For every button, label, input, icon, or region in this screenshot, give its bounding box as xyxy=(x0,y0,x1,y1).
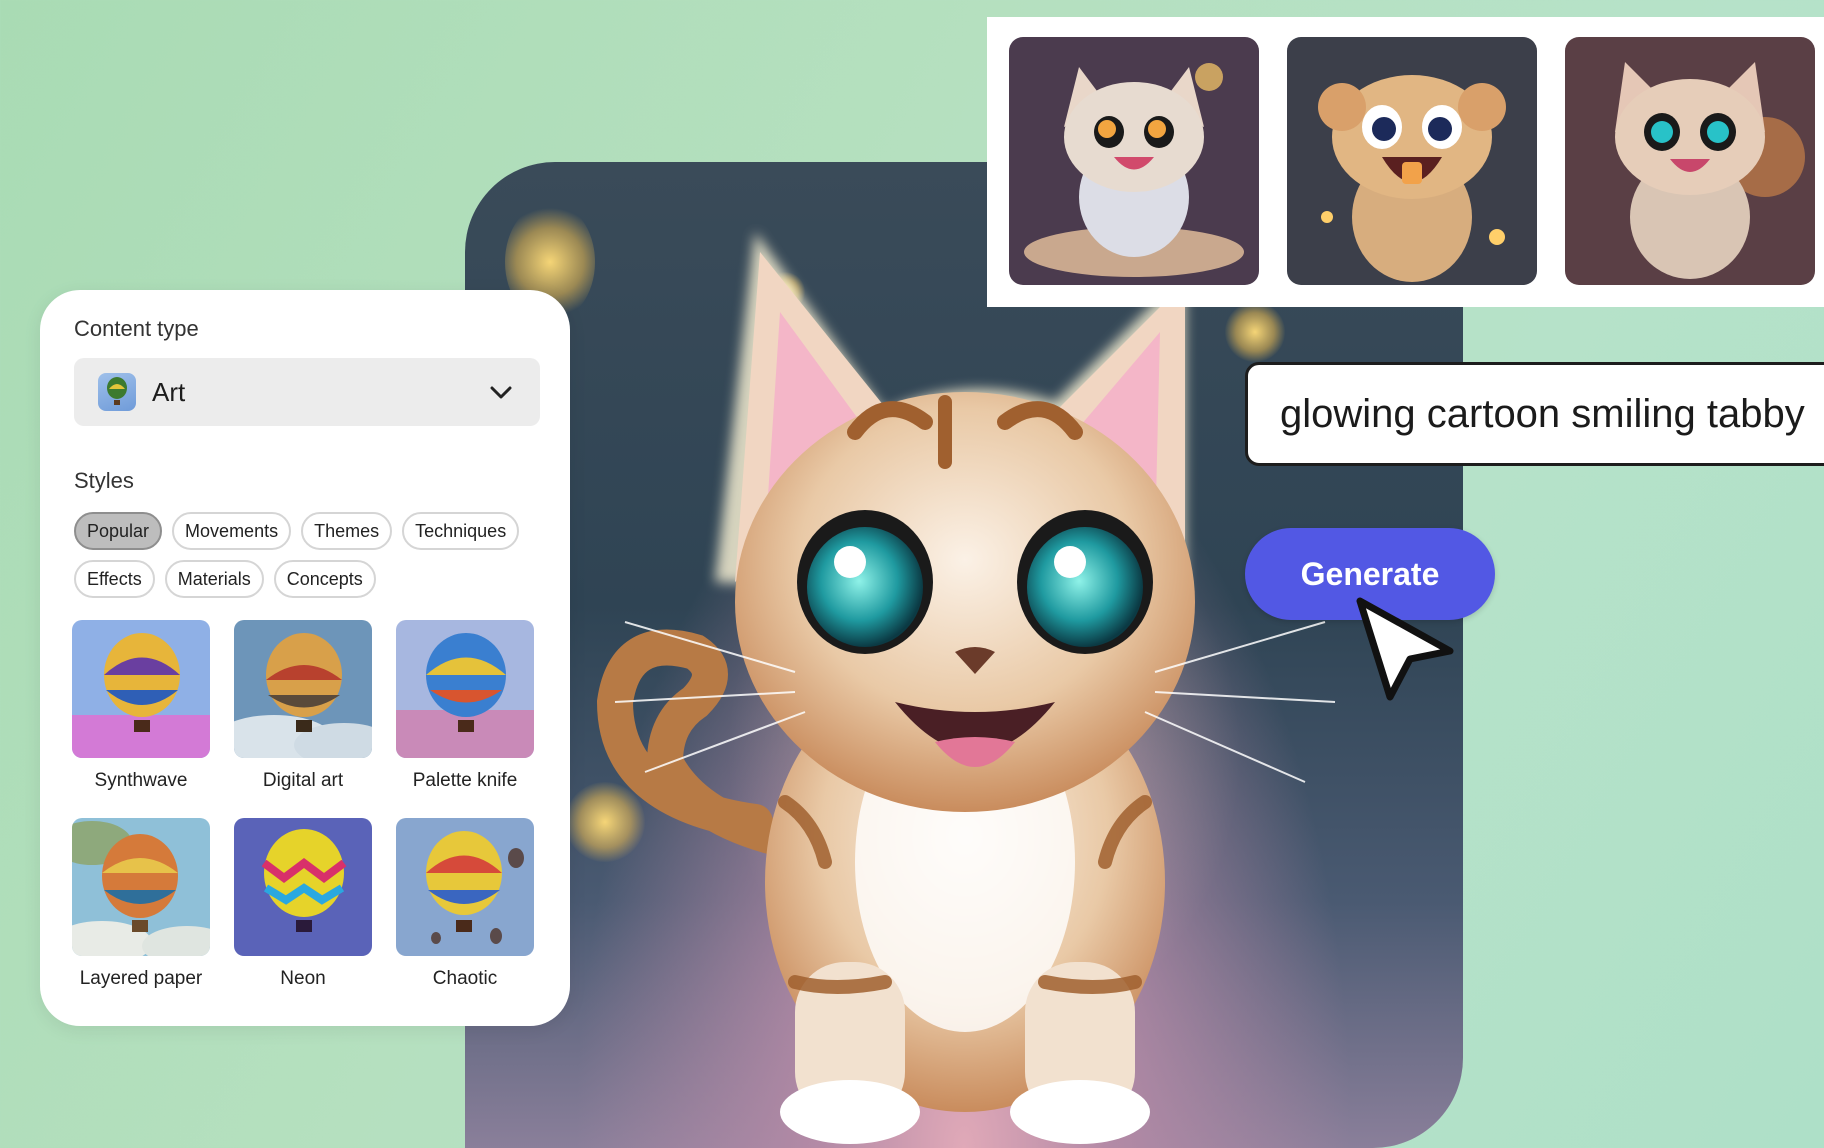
styles-label: Styles xyxy=(74,468,134,493)
chip-materials[interactable]: Materials xyxy=(164,560,264,598)
hot-air-balloon-synthwave-image xyxy=(72,620,210,758)
variation-thumbnail[interactable] xyxy=(1009,37,1259,285)
style-tile-chaotic[interactable]: Chaotic xyxy=(396,818,534,990)
style-tile-layered-paper[interactable]: Layered paper xyxy=(72,818,210,990)
content-type-value: Art xyxy=(152,376,186,407)
cat-illustration xyxy=(596,232,1336,1144)
variation-thumbnail[interactable] xyxy=(1565,37,1815,285)
hot-air-balloon-layered-paper-image xyxy=(72,818,210,956)
mouse-pointer-icon xyxy=(1356,597,1454,701)
chip-techniques[interactable]: Techniques xyxy=(402,512,520,550)
hot-air-balloon-digital-art-image xyxy=(234,620,372,758)
style-caption: Palette knife xyxy=(412,770,518,791)
style-thumbnail xyxy=(234,620,372,758)
hot-air-balloon-chaotic-image xyxy=(396,818,534,956)
style-tile-palette-knife[interactable]: Palette knife xyxy=(396,620,534,792)
hot-air-balloon-icon xyxy=(98,373,136,411)
hot-air-balloon-neon-image xyxy=(234,818,372,956)
style-tile-digital-art[interactable]: Digital art xyxy=(234,620,372,792)
style-settings-panel: Content type Art Styles Popular Movement… xyxy=(40,290,570,1026)
style-thumbnail xyxy=(72,818,210,956)
style-grid: Synthwave Digital art Palette knife Laye… xyxy=(72,620,536,990)
variation-thumbnail[interactable] xyxy=(1287,37,1537,285)
chip-movements[interactable]: Movements xyxy=(172,512,292,550)
style-caption: Layered paper xyxy=(79,968,203,989)
prompt-input[interactable]: glowing cartoon smiling tabby xyxy=(1245,362,1824,466)
style-caption: Neon xyxy=(280,968,326,989)
chip-themes[interactable]: Themes xyxy=(301,512,393,550)
cat-variation-2-image xyxy=(1287,37,1537,285)
chevron-down-icon xyxy=(490,386,512,399)
generated-cat-image xyxy=(465,162,1463,1148)
prompt-text: glowing cartoon smiling tabby xyxy=(1280,391,1805,436)
style-category-chips: Popular Movements Themes Techniques Effe… xyxy=(74,512,544,598)
generated-variations-strip xyxy=(987,17,1824,307)
hot-air-balloon-palette-knife-image xyxy=(396,620,534,758)
style-tile-synthwave[interactable]: Synthwave xyxy=(72,620,210,792)
style-caption: Synthwave xyxy=(94,770,188,791)
content-type-dropdown[interactable]: Art xyxy=(74,358,540,426)
style-caption: Digital art xyxy=(262,770,344,791)
style-thumbnail xyxy=(396,818,534,956)
style-thumbnail xyxy=(396,620,534,758)
cat-variation-3-image xyxy=(1565,37,1815,285)
content-type-label: Content type xyxy=(74,316,199,341)
style-thumbnail xyxy=(72,620,210,758)
style-tile-neon[interactable]: Neon xyxy=(234,818,372,990)
chip-popular[interactable]: Popular xyxy=(74,512,163,550)
cat-variation-1-image xyxy=(1009,37,1259,285)
style-caption: Chaotic xyxy=(432,968,498,989)
style-thumbnail xyxy=(234,818,372,956)
chip-concepts[interactable]: Concepts xyxy=(273,560,376,598)
chip-effects[interactable]: Effects xyxy=(74,560,155,598)
